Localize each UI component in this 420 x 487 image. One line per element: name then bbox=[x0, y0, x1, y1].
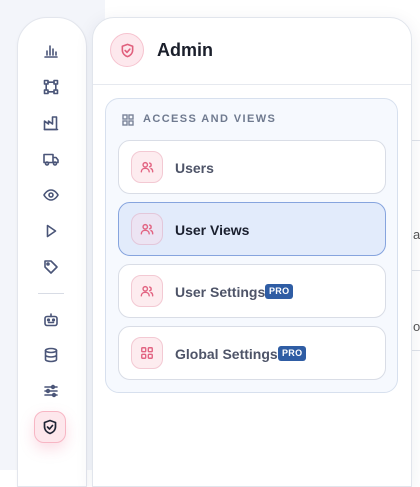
truck-icon[interactable] bbox=[41, 149, 61, 169]
menu-item-label: Global Settings bbox=[175, 346, 278, 362]
grid-icon bbox=[131, 337, 163, 369]
menu-item-label: Users bbox=[175, 160, 214, 176]
pro-badge: PRO bbox=[265, 284, 294, 299]
tag-icon[interactable] bbox=[41, 257, 61, 277]
robot-icon[interactable] bbox=[41, 310, 61, 330]
background-text-fragment: a bbox=[413, 227, 420, 242]
background-divider bbox=[411, 270, 420, 271]
pro-badge: PRO bbox=[278, 346, 307, 361]
background-divider bbox=[411, 350, 420, 351]
menu-item-label: User Views bbox=[175, 222, 250, 238]
shield-check-icon[interactable] bbox=[34, 411, 66, 443]
eye-icon[interactable] bbox=[41, 185, 61, 205]
panel-title: Admin bbox=[157, 40, 213, 60]
background-text-fragment: o bbox=[413, 319, 420, 334]
users-icon bbox=[131, 151, 163, 183]
factory-icon[interactable] bbox=[41, 113, 61, 133]
users-icon bbox=[131, 275, 163, 307]
users-icon bbox=[131, 213, 163, 245]
group-title: ACCESS AND VIEWS bbox=[143, 113, 277, 125]
rail-divider bbox=[38, 293, 64, 294]
bar-chart-icon[interactable] bbox=[41, 41, 61, 61]
menu-item-label: User Settings bbox=[175, 284, 266, 300]
workflow-icon[interactable] bbox=[41, 77, 61, 97]
play-icon[interactable] bbox=[41, 221, 61, 241]
grid-icon bbox=[122, 113, 134, 126]
background-divider bbox=[411, 140, 420, 141]
background-content-edge bbox=[411, 140, 420, 470]
database-icon[interactable] bbox=[41, 345, 61, 365]
panel-divider bbox=[93, 84, 411, 85]
sliders-icon[interactable] bbox=[41, 381, 61, 401]
shield-check-icon bbox=[110, 33, 144, 67]
